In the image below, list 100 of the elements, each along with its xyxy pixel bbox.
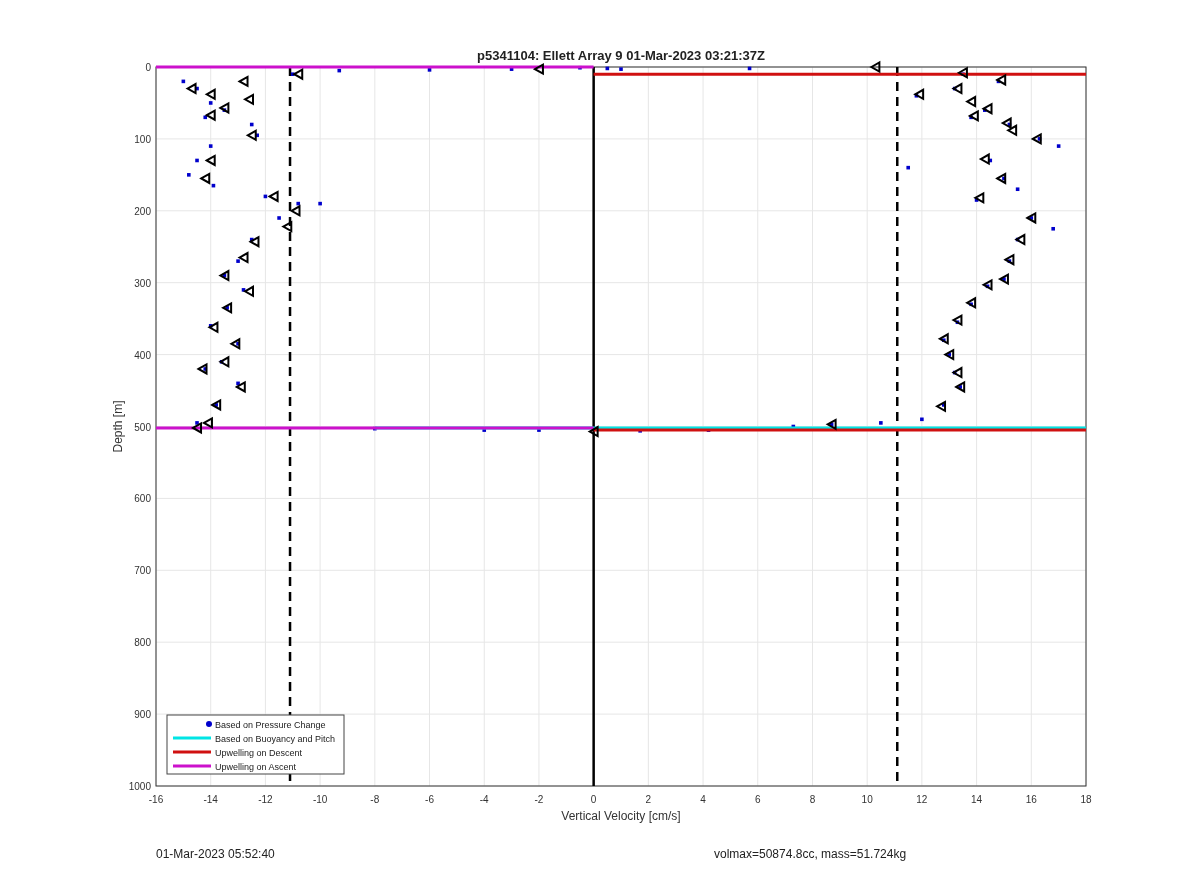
- triangle-marker: [196, 362, 208, 376]
- legend-label: Upwelling on Ascent: [215, 761, 297, 772]
- tick-label: -10: [312, 794, 328, 805]
- data-point: [241, 288, 246, 292]
- data-point: [290, 72, 295, 76]
- data-point: [222, 273, 227, 278]
- chart-title: p5341104: Ellett Array 9 01-Mar-2023 03:21:37Z: [477, 48, 765, 63]
- tick-label: -6: [425, 794, 434, 805]
- triangle-marker: [237, 75, 249, 88]
- data-point: [1007, 122, 1012, 127]
- data-point: [791, 424, 796, 429]
- data-point: [373, 426, 377, 431]
- triangle-marker: [995, 172, 1007, 185]
- data-point: [296, 201, 301, 206]
- data-point: [277, 216, 281, 220]
- data-point: [985, 284, 990, 289]
- data-point: [920, 417, 924, 422]
- data-point: [947, 352, 952, 357]
- data-point: [1051, 227, 1055, 231]
- data-point: [941, 338, 946, 342]
- triangle-marker: [532, 62, 544, 76]
- tick-label: 0: [590, 794, 597, 805]
- triangle-marker: [587, 425, 599, 438]
- data-point: [222, 108, 227, 112]
- triangle-marker: [267, 190, 279, 203]
- data-point: [619, 67, 623, 71]
- data-point: [318, 201, 322, 206]
- tick-label: 12: [916, 794, 928, 805]
- data-point: [263, 194, 268, 199]
- data-point: [214, 403, 218, 407]
- triangle-marker: [218, 269, 230, 282]
- triangle-marker: [943, 348, 955, 361]
- triangle-marker: [201, 416, 213, 430]
- tick-label: 200: [134, 205, 151, 217]
- tick-label: 8: [809, 794, 816, 805]
- tick-label: 800: [134, 637, 151, 649]
- triangle-marker: [207, 321, 219, 334]
- triangle-marker: [242, 285, 254, 298]
- triangle-marker: [997, 272, 1009, 286]
- triangle-marker: [913, 88, 925, 101]
- triangle-marker: [248, 235, 260, 248]
- y-axis-label: Depth [m]: [111, 400, 125, 453]
- data-point: [988, 158, 993, 163]
- tick-label: 700: [134, 565, 151, 577]
- tick-label: 600: [134, 493, 151, 505]
- triangle-marker: [956, 66, 968, 79]
- data-point: [249, 122, 254, 127]
- data-point: [195, 86, 199, 91]
- tick-label: 14: [971, 794, 983, 805]
- data-point: [208, 324, 213, 328]
- triangle-marker: [229, 337, 241, 351]
- data-point: [1002, 176, 1006, 181]
- triangle-marker: [218, 355, 230, 368]
- triangle-marker: [204, 108, 216, 122]
- data-point: [974, 198, 979, 202]
- data-point: [211, 183, 216, 188]
- tick-label: -8: [370, 794, 380, 805]
- tick-label: 0: [145, 62, 151, 73]
- data-point: [1056, 144, 1061, 148]
- data-point: [983, 108, 987, 112]
- tick-label: -2: [534, 794, 544, 805]
- data-point: [427, 68, 432, 72]
- data-point: [482, 428, 487, 432]
- data-point: [509, 67, 514, 71]
- data-point: [181, 79, 186, 84]
- tick-label: -12: [258, 794, 273, 805]
- tick-label: 300: [134, 277, 151, 289]
- data-point: [1015, 237, 1020, 242]
- data-point: [605, 66, 610, 71]
- data-point: [638, 429, 642, 433]
- legend-label: Based on Pressure Change: [215, 719, 326, 730]
- data-point: [969, 115, 973, 120]
- triangle-marker: [825, 418, 837, 431]
- data-point: [961, 72, 965, 76]
- triangle-marker: [1003, 253, 1015, 266]
- triangle-marker: [967, 109, 979, 123]
- triangle-marker: [1025, 211, 1037, 225]
- triangle-marker: [199, 172, 211, 185]
- triangle-marker: [995, 73, 1007, 87]
- legend-label: Based on Buoyancy and Pitch: [215, 733, 336, 744]
- data-point: [1029, 216, 1034, 220]
- data-point: [337, 68, 342, 73]
- data-point: [255, 133, 259, 138]
- tick-label: 100: [134, 133, 151, 145]
- timestamp: 01-Mar-2023 05:52:40: [156, 846, 276, 863]
- summary-text: volmax=50874.8cc, mass=51.724kg: [714, 846, 907, 863]
- triangle-marker: [185, 82, 197, 95]
- triangle-marker: [951, 82, 963, 95]
- triangle-marker: [1000, 116, 1012, 130]
- tick-label: 16: [1025, 794, 1037, 805]
- tick-label: 900: [134, 709, 151, 721]
- legend-label: Upwelling on Descent: [215, 747, 303, 758]
- data-point: [236, 259, 240, 263]
- triangle-marker: [218, 101, 230, 115]
- data-point: [195, 421, 199, 425]
- triangle-marker: [237, 251, 249, 264]
- triangle-marker: [951, 313, 963, 327]
- triangle-marker: [234, 380, 246, 394]
- triangle-marker: [204, 88, 216, 101]
- tick-label: 400: [134, 349, 151, 361]
